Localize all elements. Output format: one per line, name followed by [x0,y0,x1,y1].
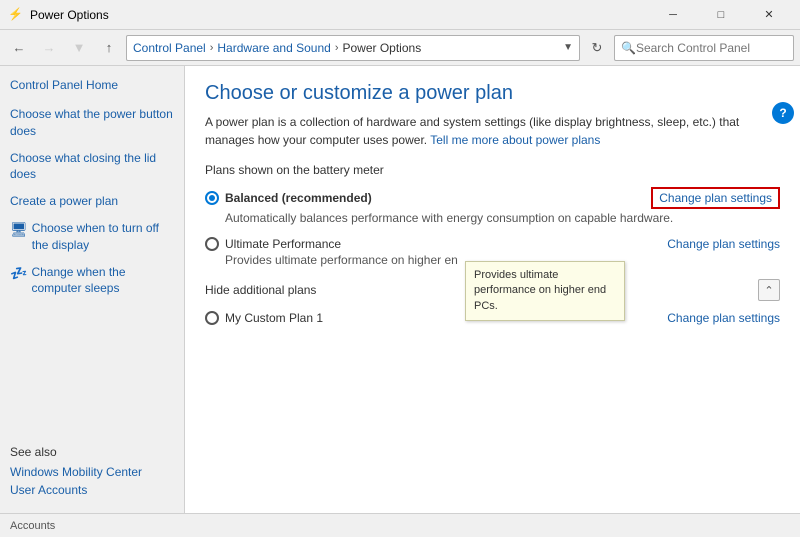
search-input[interactable] [636,41,787,55]
sidebar-see-also-label: See also [10,445,174,459]
breadcrumb-sep-2: › [335,42,339,54]
recent-button[interactable]: ▼ [66,35,92,61]
content-description: A power plan is a collection of hardware… [205,113,780,149]
forward-button[interactable]: → [36,35,62,61]
sidebar-link-power-button[interactable]: Choose what the power button does [10,106,174,140]
plan-radio-label-balanced[interactable]: Balanced (recommended) [205,191,372,205]
minimize-button[interactable]: ─ [650,0,696,30]
back-button[interactable]: ← [6,35,32,61]
plan-desc-balanced: Automatically balances performance with … [225,211,780,225]
collapse-plans-button[interactable]: ⌃ [758,279,780,301]
up-button[interactable]: ↑ [96,35,122,61]
tooltip-ultimate: Provides ultimate performance on higher … [465,261,625,321]
breadcrumb-sep-1: › [210,42,214,54]
window-controls: ─ □ ✕ [650,0,792,30]
maximize-button[interactable]: □ [698,0,744,30]
search-icon: 🔍 [621,41,636,55]
close-button[interactable]: ✕ [746,0,792,30]
change-plan-link-ultimate[interactable]: Change plan settings [667,237,780,251]
sidebar-link-sleep[interactable]: 💤 Change when the computer sleeps [10,264,174,298]
plan-name-custom: My Custom Plan 1 [225,311,323,325]
sidebar-mobility-center-link[interactable]: Windows Mobility Center [10,465,174,479]
plan-name-balanced: Balanced (recommended) [225,191,372,205]
breadcrumb-current: Power Options [342,41,421,55]
sidebar-home-link[interactable]: Control Panel Home [10,78,174,92]
monitor-icon: 🖥 [10,220,28,240]
sidebar: Control Panel Home Choose what the power… [0,66,185,513]
page-title: Choose or customize a power plan [205,82,780,105]
breadcrumb-dropdown-icon[interactable]: ▼ [563,42,573,53]
sidebar-link-turn-off-display[interactable]: 🖥 Choose when to turn off the display [10,220,174,254]
address-bar: ← → ▼ ↑ Control Panel › Hardware and Sou… [0,30,800,66]
sidebar-link-closing-lid[interactable]: Choose what closing the lid does [10,150,174,184]
plan-radio-ultimate[interactable] [205,237,219,251]
sleep-icon: 💤 [10,264,27,284]
window-icon: ⚡ [8,7,24,23]
section-label: Plans shown on the battery meter [205,163,780,177]
plan-name-ultimate: Ultimate Performance [225,237,341,251]
plan-radio-label-ultimate[interactable]: Ultimate Performance [205,237,341,251]
main-container: Control Panel Home Choose what the power… [0,66,800,513]
plan-radio-label-custom[interactable]: My Custom Plan 1 [205,311,323,325]
title-bar: ⚡ Power Options ─ □ ✕ [0,0,800,30]
hide-plans-label: Hide additional plans [205,283,316,297]
change-plan-link-balanced[interactable]: Change plan settings [651,187,780,209]
search-box: 🔍 [614,35,794,61]
window-title: Power Options [30,8,650,22]
status-bar: Accounts [0,513,800,537]
change-plan-link-custom[interactable]: Change plan settings [667,311,780,325]
help-button[interactable]: ? [772,102,794,124]
plan-header-ultimate: Ultimate Performance Change plan setting… [205,237,780,251]
refresh-button[interactable]: ↻ [584,35,610,61]
plan-item-balanced: Balanced (recommended) Change plan setti… [205,187,780,225]
breadcrumb-control-panel[interactable]: Control Panel [133,41,206,55]
breadcrumb-bar: Control Panel › Hardware and Sound › Pow… [126,35,580,61]
sidebar-link-create-plan[interactable]: Create a power plan [10,193,174,210]
plan-radio-balanced[interactable] [205,191,219,205]
content-area: ? Choose or customize a power plan A pow… [185,66,800,513]
breadcrumb-hardware-sound[interactable]: Hardware and Sound [217,41,330,55]
sidebar-spacer [10,307,174,445]
plan-radio-custom[interactable] [205,311,219,325]
plan-header-balanced: Balanced (recommended) Change plan setti… [205,187,780,209]
status-text: Accounts [10,520,55,532]
sidebar-user-accounts-link[interactable]: User Accounts [10,483,174,497]
more-about-plans-link[interactable]: Tell me more about power plans [430,133,600,147]
